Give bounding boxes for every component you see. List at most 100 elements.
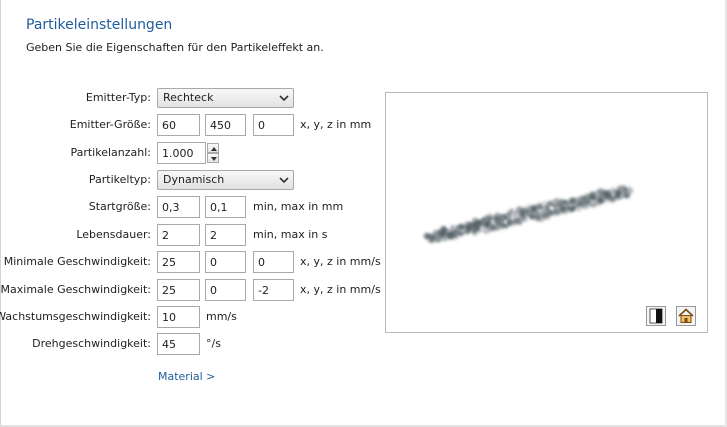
particle xyxy=(521,207,525,211)
particle xyxy=(500,214,504,218)
particle xyxy=(538,204,543,209)
min-speed-y-input[interactable] xyxy=(205,251,246,273)
particle xyxy=(453,228,457,231)
spin-down-button[interactable] xyxy=(207,153,219,163)
min-speed-z-input[interactable] xyxy=(253,251,294,273)
particle xyxy=(610,186,617,193)
particle xyxy=(462,229,468,235)
particle-type-value: Dynamisch xyxy=(163,173,225,186)
caret-up-icon xyxy=(211,147,217,151)
chevron-down-icon xyxy=(279,177,289,184)
particle xyxy=(554,211,559,216)
particle xyxy=(504,213,508,216)
particle xyxy=(615,193,623,201)
particle xyxy=(502,214,508,220)
page-subtitle: Geben Sie die Eigenschaften für den Part… xyxy=(26,41,324,54)
particle xyxy=(499,219,503,223)
emitter-size-x-input[interactable] xyxy=(157,114,200,136)
max-speed-z-input[interactable] xyxy=(253,279,294,301)
particle-preview-canvas xyxy=(423,184,634,244)
particle xyxy=(535,212,540,217)
particle xyxy=(600,193,603,196)
particle xyxy=(445,231,453,239)
emitter-type-label: Emitter-Typ: xyxy=(85,91,151,104)
emitter-size-label: Emitter-Größe: xyxy=(69,118,151,131)
particle xyxy=(602,191,609,198)
start-size-max-input[interactable] xyxy=(205,196,246,218)
particle xyxy=(553,208,557,212)
particle xyxy=(478,219,482,223)
particle xyxy=(490,224,498,231)
background-toggle-button[interactable] xyxy=(646,306,666,326)
rotation-speed-input[interactable] xyxy=(157,333,200,355)
growth-speed-input[interactable] xyxy=(157,306,200,328)
particle xyxy=(606,197,609,201)
particle-type-label: Partikeltyp: xyxy=(88,173,151,186)
particle xyxy=(621,190,626,194)
page-title: Partikeleinstellungen xyxy=(26,17,173,33)
min-speed-x-input[interactable] xyxy=(157,251,200,273)
spin-up-button[interactable] xyxy=(207,143,219,153)
emitter-size-unit: x, y, z in mm xyxy=(300,118,372,131)
emitter-type-select[interactable]: Rechteck xyxy=(157,88,294,108)
particle-count-label: Partikelanzahl: xyxy=(70,146,151,159)
home-view-icon xyxy=(678,308,694,323)
start-size-min-input[interactable] xyxy=(157,196,200,218)
background-toggle-icon xyxy=(649,308,663,324)
particle-count-input[interactable] xyxy=(157,142,206,164)
rotation-speed-label: Drehgeschwindigkeit: xyxy=(32,337,151,350)
particle xyxy=(575,204,583,212)
particle xyxy=(432,237,439,243)
particle-settings-dialog: Partikeleinstellungen Geben Sie die Eige… xyxy=(0,0,727,427)
particle xyxy=(573,198,578,204)
start-size-unit: min, max in mm xyxy=(253,200,344,213)
particle xyxy=(578,196,584,202)
particle xyxy=(567,206,572,211)
particle xyxy=(519,222,522,226)
min-speed-unit: x, y, z in mm/s xyxy=(300,255,381,268)
particle xyxy=(612,198,616,202)
particle xyxy=(490,217,494,221)
max-speed-y-input[interactable] xyxy=(205,279,246,301)
particle xyxy=(556,202,562,208)
particle xyxy=(543,210,551,218)
growth-speed-unit: mm/s xyxy=(206,310,237,323)
min-speed-label: Minimale Geschwindigkeit: xyxy=(3,255,151,268)
particle xyxy=(562,199,568,205)
particle xyxy=(528,213,535,221)
particle xyxy=(626,191,631,196)
particle xyxy=(513,212,519,218)
caret-down-icon xyxy=(211,157,217,161)
particle xyxy=(547,200,554,206)
lifetime-unit: min, max in s xyxy=(253,228,328,241)
particle xyxy=(443,237,447,242)
lifetime-max-input[interactable] xyxy=(205,224,246,246)
particle-type-select[interactable]: Dynamisch xyxy=(157,170,294,190)
home-view-button[interactable] xyxy=(676,306,696,326)
particle xyxy=(559,206,565,212)
max-speed-label: Maximale Geschwindigkeit: xyxy=(0,283,151,296)
emitter-size-y-input[interactable] xyxy=(205,114,246,136)
emitter-type-value: Rechteck xyxy=(163,91,214,104)
dialog-left-border xyxy=(0,0,1,427)
chevron-down-icon xyxy=(279,95,289,102)
particle-preview-panel[interactable] xyxy=(385,92,708,333)
particle xyxy=(458,231,464,237)
particle xyxy=(517,215,524,223)
emitter-size-z-input[interactable] xyxy=(253,114,294,136)
particle xyxy=(596,196,604,205)
particle xyxy=(567,210,571,214)
particle xyxy=(587,198,591,201)
max-speed-unit: x, y, z in mm/s xyxy=(300,283,381,296)
rotation-speed-unit: °/s xyxy=(206,337,221,350)
particle xyxy=(536,206,540,209)
start-size-label: Startgröße: xyxy=(88,200,151,213)
particle xyxy=(482,227,490,235)
particle xyxy=(592,193,596,198)
max-speed-x-input[interactable] xyxy=(157,279,200,301)
lifetime-min-input[interactable] xyxy=(157,224,200,246)
particle xyxy=(494,218,498,222)
growth-speed-label: Wachstumsgeschwindigkeit: xyxy=(0,310,151,323)
material-link[interactable]: Material > xyxy=(158,369,215,385)
particle xyxy=(507,209,513,215)
